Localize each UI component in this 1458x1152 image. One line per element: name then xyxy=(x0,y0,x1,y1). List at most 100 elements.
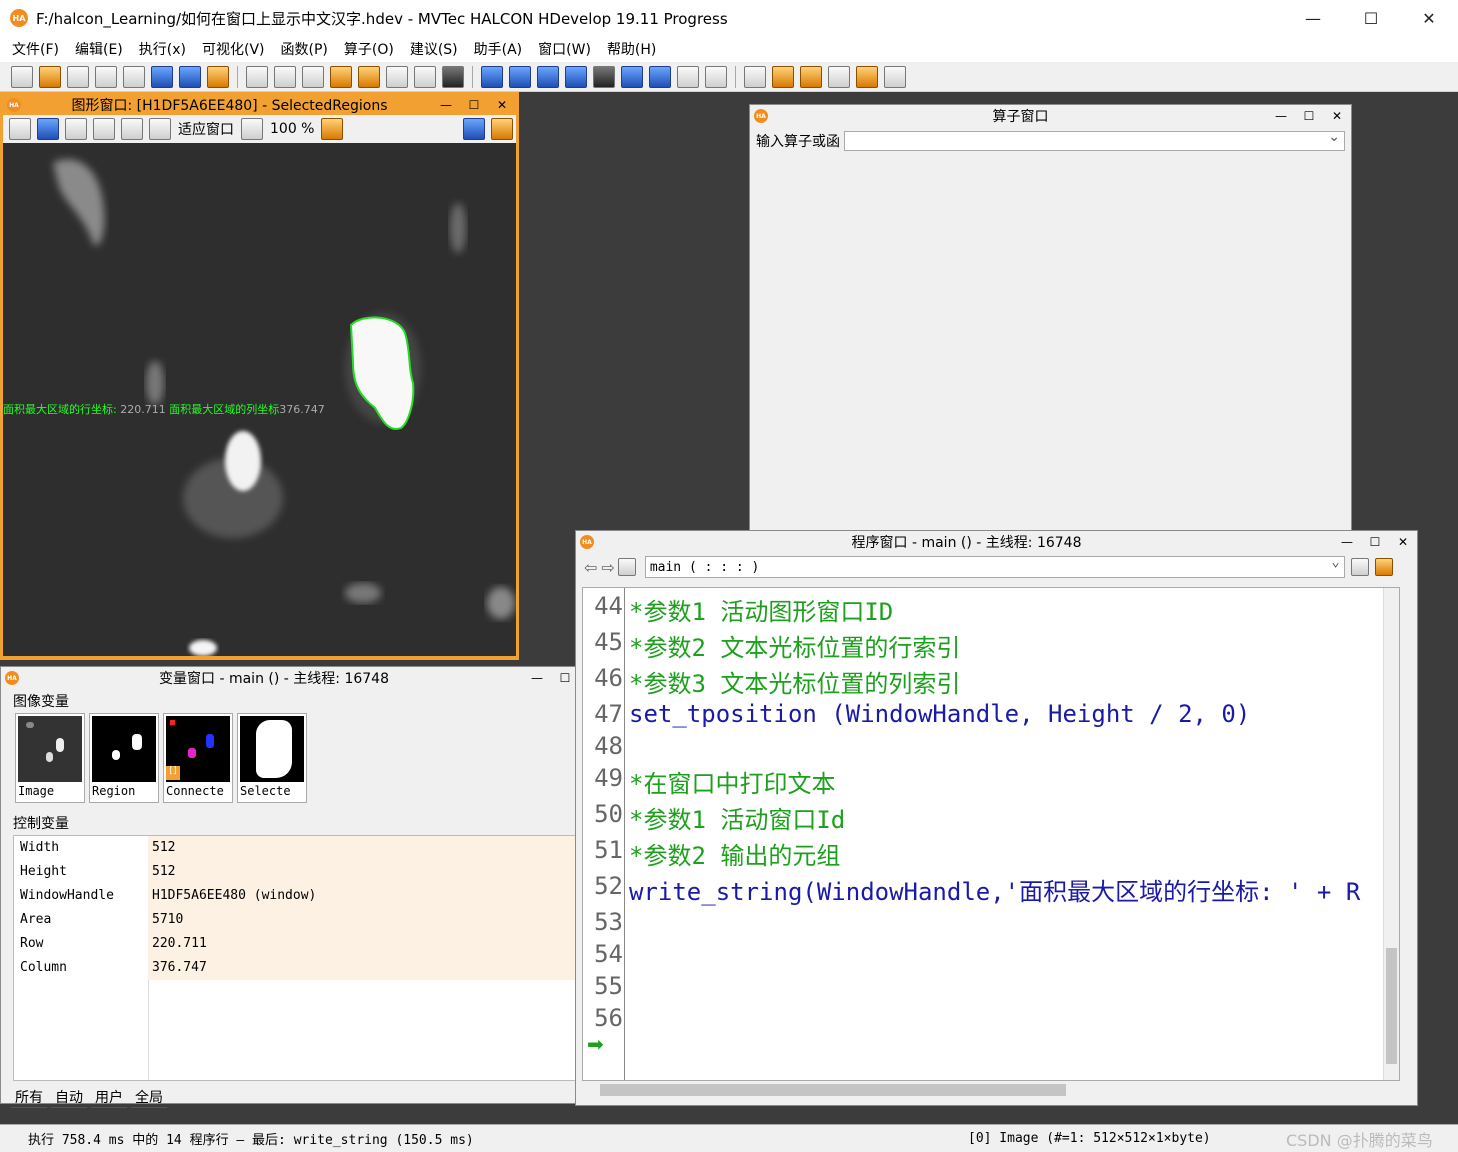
color-palette-icon[interactable] xyxy=(321,118,344,140)
table-row[interactable]: Width 512 xyxy=(14,836,576,860)
timer-icon[interactable] xyxy=(705,65,727,88)
code-line[interactable]: write_string(WindowHandle,'面积最大区域的行坐标: '… xyxy=(629,872,1360,907)
table-row[interactable]: Height 512 xyxy=(14,860,576,884)
close-button[interactable]: ✕ xyxy=(1323,109,1351,123)
line-profile-icon[interactable] xyxy=(856,65,878,88)
table-row[interactable]: Row 220.711 xyxy=(14,932,576,956)
close-button[interactable]: ✕ xyxy=(1400,0,1458,36)
paste-icon[interactable] xyxy=(302,65,324,88)
gray-histogram-icon[interactable] xyxy=(772,65,794,88)
menu-file[interactable]: 文件(F) xyxy=(4,39,67,59)
thumbnail-region[interactable]: Region xyxy=(89,713,159,803)
open-file-icon[interactable] xyxy=(39,65,61,88)
copy-icon[interactable] xyxy=(274,65,296,88)
zoom-level-icon[interactable] xyxy=(241,118,263,140)
step-out-icon[interactable] xyxy=(565,65,587,88)
back-arrow-icon[interactable]: ⇦ xyxy=(584,558,597,577)
code-line[interactable]: set_tposition (WindowHandle, Height / 2,… xyxy=(629,700,1250,728)
ocr-training-icon[interactable] xyxy=(884,65,906,88)
menu-assistants[interactable]: 助手(A) xyxy=(466,39,531,59)
menu-visualization[interactable]: 可视化(V) xyxy=(194,39,273,59)
procedure-select[interactable]: main ( : : : ) xyxy=(644,554,1345,578)
maximize-button[interactable]: ☐ xyxy=(1295,109,1323,123)
table-row[interactable]: Column 376.747 xyxy=(14,956,576,980)
horizontal-scrollbar[interactable] xyxy=(582,1081,1400,1099)
tab-global[interactable]: 全局 xyxy=(131,1087,167,1108)
procedure-folder-icon[interactable] xyxy=(617,558,636,576)
minimize-button[interactable]: — xyxy=(1333,535,1361,549)
operator-input[interactable] xyxy=(844,129,1345,151)
code-line[interactable]: *参数2 文本光标位置的行索引 xyxy=(629,628,960,663)
activate-line-icon[interactable] xyxy=(386,65,408,88)
zoom-window-icon[interactable] xyxy=(744,65,766,88)
minimize-button[interactable]: — xyxy=(1267,109,1295,123)
minimize-button[interactable]: — xyxy=(1284,0,1342,36)
find-icon[interactable] xyxy=(442,65,464,88)
tab-auto[interactable]: 自动 xyxy=(51,1087,87,1108)
undo-icon[interactable] xyxy=(330,65,352,88)
roi-icon[interactable] xyxy=(463,118,485,140)
code-line[interactable]: *参数1 活动窗口Id xyxy=(629,800,845,835)
thumbnail-connected[interactable]: [] Connecte xyxy=(163,713,233,803)
feature-histogram-icon[interactable] xyxy=(800,65,822,88)
scrollbar-thumb[interactable] xyxy=(1386,948,1397,1064)
menu-help[interactable]: 帮助(H) xyxy=(599,39,664,59)
light-bulb-icon[interactable] xyxy=(491,118,513,140)
code-line[interactable]: *参数3 文本光标位置的列索引 xyxy=(629,664,960,699)
code-line[interactable]: *参数1 活动图形窗口ID xyxy=(629,592,893,627)
step-into-icon[interactable] xyxy=(537,65,559,88)
zoom-icon[interactable] xyxy=(121,118,143,140)
code-editor[interactable]: 44 45 46 47 48 49 50 51 52 53 54 55 56 ➡… xyxy=(582,587,1400,1081)
feature-inspection-icon[interactable] xyxy=(828,65,850,88)
menu-procedures[interactable]: 函数(P) xyxy=(273,39,336,59)
new-file-icon[interactable] xyxy=(11,65,33,88)
import-icon[interactable] xyxy=(179,65,201,88)
thumbnail-selected[interactable]: Selecte xyxy=(237,713,307,803)
save-icon[interactable] xyxy=(95,65,117,88)
menu-operators[interactable]: 算子(O) xyxy=(336,39,402,59)
reset-procedure-icon[interactable] xyxy=(649,65,671,88)
table-row[interactable]: Area 5710 xyxy=(14,908,576,932)
menu-suggestions[interactable]: 建议(S) xyxy=(402,39,466,59)
edit-procedure-icon[interactable] xyxy=(1350,558,1369,576)
menu-edit[interactable]: 编辑(E) xyxy=(67,39,131,59)
menu-window[interactable]: 窗口(W) xyxy=(530,39,599,59)
maximize-button[interactable]: ☐ xyxy=(460,98,488,112)
fit-window-button[interactable]: 适应窗口 xyxy=(178,119,234,139)
tab-user[interactable]: 用户 xyxy=(91,1087,127,1108)
reset-program-icon[interactable] xyxy=(621,65,643,88)
image-canvas[interactable]: 面积最大区域的行坐标: 220.711 面积最大区域的列坐标376.747 xyxy=(3,143,516,656)
profiler-icon[interactable] xyxy=(677,65,699,88)
code-line[interactable]: *参数2 输出的元组 xyxy=(629,836,840,871)
minimize-button[interactable]: — xyxy=(432,98,460,112)
deactivate-line-icon[interactable] xyxy=(414,65,436,88)
fit-window-icon[interactable] xyxy=(149,118,171,140)
vertical-scrollbar[interactable] xyxy=(1383,588,1399,1080)
close-button[interactable]: ✕ xyxy=(488,98,516,112)
read-image-icon[interactable] xyxy=(207,65,229,88)
close-button[interactable]: ✕ xyxy=(1389,535,1417,549)
maximize-button[interactable]: ☐ xyxy=(1361,535,1389,549)
redo-icon[interactable] xyxy=(358,65,380,88)
open-recent-icon[interactable] xyxy=(67,65,89,88)
pointer-icon[interactable] xyxy=(37,118,59,140)
zoom-level-select[interactable]: 100 % xyxy=(270,121,314,137)
forward-arrow-icon[interactable]: ⇨ xyxy=(601,558,614,577)
thumbnail-image[interactable]: Image xyxy=(15,713,85,803)
maximize-button[interactable]: ☐ xyxy=(1342,0,1400,36)
cut-icon[interactable] xyxy=(246,65,268,88)
pan-hand-icon[interactable] xyxy=(65,118,87,140)
delete-procedure-icon[interactable] xyxy=(1374,558,1393,576)
menu-execute[interactable]: 执行(x) xyxy=(131,39,194,59)
print-icon[interactable] xyxy=(123,65,145,88)
edit-icon[interactable] xyxy=(9,118,31,140)
tab-all[interactable]: 所有 xyxy=(11,1087,47,1108)
step-over-icon[interactable] xyxy=(509,65,531,88)
scrollbar-thumb[interactable] xyxy=(600,1084,1066,1096)
code-line[interactable]: *在窗口中打印文本 xyxy=(629,764,835,799)
stop-icon[interactable] xyxy=(593,65,615,88)
magnifier-icon[interactable] xyxy=(93,118,115,140)
table-row[interactable]: WindowHandle H1DF5A6EE480 (window) xyxy=(14,884,576,908)
run-icon[interactable] xyxy=(481,65,503,88)
minimize-button[interactable]: — xyxy=(523,671,551,685)
